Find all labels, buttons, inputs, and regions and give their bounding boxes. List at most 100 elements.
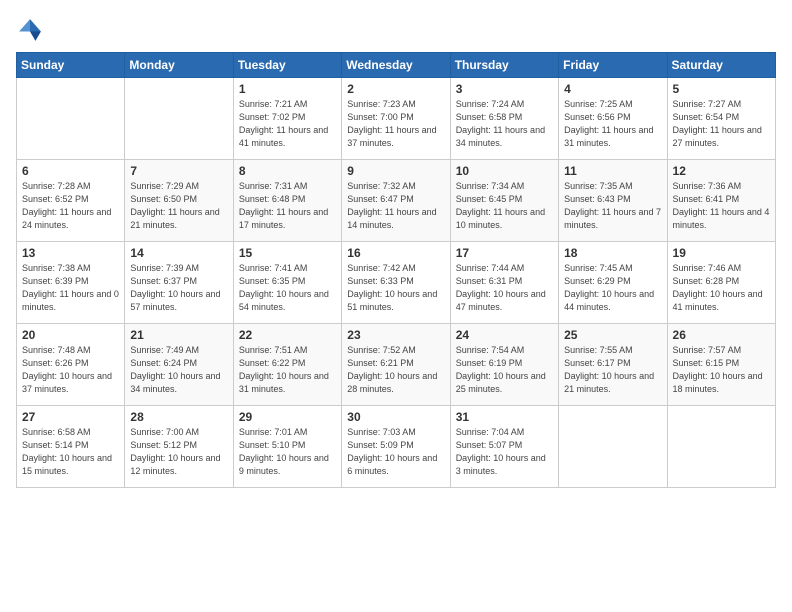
day-number: 23 bbox=[347, 328, 444, 342]
logo-icon bbox=[16, 16, 44, 44]
day-cell: 30Sunrise: 7:03 AMSunset: 5:09 PMDayligh… bbox=[342, 406, 450, 488]
day-number: 27 bbox=[22, 410, 119, 424]
day-info: Sunrise: 7:54 AMSunset: 6:19 PMDaylight:… bbox=[456, 344, 553, 396]
day-info: Sunrise: 7:21 AMSunset: 7:02 PMDaylight:… bbox=[239, 98, 336, 150]
day-info: Sunrise: 7:36 AMSunset: 6:41 PMDaylight:… bbox=[673, 180, 770, 232]
week-row-4: 20 Sunrise: 7:48 AMSunset: 6:26 PMDayligh… bbox=[17, 324, 776, 406]
day-cell: 14 Sunrise: 7:39 AMSunset: 6:37 PMDayligh… bbox=[125, 242, 233, 324]
day-number: 28 bbox=[130, 410, 227, 424]
day-cell: 21Sunrise: 7:49 AMSunset: 6:24 PMDayligh… bbox=[125, 324, 233, 406]
day-cell: 6 Sunrise: 7:28 AMSunset: 6:52 PMDaylight… bbox=[17, 160, 125, 242]
day-info: Sunrise: 7:52 AMSunset: 6:21 PMDaylight:… bbox=[347, 344, 444, 396]
day-number: 9 bbox=[347, 164, 444, 178]
day-number: 17 bbox=[456, 246, 553, 260]
day-cell: 22Sunrise: 7:51 AMSunset: 6:22 PMDayligh… bbox=[233, 324, 341, 406]
weekday-header-monday: Monday bbox=[125, 53, 233, 78]
day-number: 29 bbox=[239, 410, 336, 424]
day-number: 25 bbox=[564, 328, 661, 342]
weekday-header-friday: Friday bbox=[559, 53, 667, 78]
day-cell: 16 Sunrise: 7:42 AMSunset: 6:33 PMDayligh… bbox=[342, 242, 450, 324]
day-cell: 4Sunrise: 7:25 AMSunset: 6:56 PMDaylight… bbox=[559, 78, 667, 160]
day-cell: 29 Sunrise: 7:01 AMSunset: 5:10 PMDayligh… bbox=[233, 406, 341, 488]
day-cell bbox=[125, 78, 233, 160]
day-cell: 13 Sunrise: 7:38 AMSunset: 6:39 PMDayligh… bbox=[17, 242, 125, 324]
day-cell: 27 Sunrise: 6:58 AMSunset: 5:14 PMDayligh… bbox=[17, 406, 125, 488]
weekday-header-tuesday: Tuesday bbox=[233, 53, 341, 78]
day-number: 13 bbox=[22, 246, 119, 260]
week-row-3: 13 Sunrise: 7:38 AMSunset: 6:39 PMDayligh… bbox=[17, 242, 776, 324]
header bbox=[16, 16, 776, 44]
day-cell: 19 Sunrise: 7:46 AMSunset: 6:28 PMDayligh… bbox=[667, 242, 775, 324]
day-cell: 7Sunrise: 7:29 AMSunset: 6:50 PMDaylight… bbox=[125, 160, 233, 242]
day-cell: 15Sunrise: 7:41 AMSunset: 6:35 PMDayligh… bbox=[233, 242, 341, 324]
day-number: 11 bbox=[564, 164, 661, 178]
day-number: 1 bbox=[239, 82, 336, 96]
day-number: 20 bbox=[22, 328, 119, 342]
day-cell: 28 Sunrise: 7:00 AMSunset: 5:12 PMDayligh… bbox=[125, 406, 233, 488]
day-info: Sunrise: 7:28 AMSunset: 6:52 PMDaylight:… bbox=[22, 180, 119, 232]
logo bbox=[16, 16, 48, 44]
day-info: Sunrise: 7:41 AMSunset: 6:35 PMDaylight:… bbox=[239, 262, 336, 314]
day-info: Sunrise: 7:32 AMSunset: 6:47 PMDaylight:… bbox=[347, 180, 444, 232]
day-info: Sunrise: 7:57 AMSunset: 6:15 PMDaylight:… bbox=[673, 344, 770, 396]
day-number: 5 bbox=[673, 82, 770, 96]
day-number: 4 bbox=[564, 82, 661, 96]
day-cell bbox=[17, 78, 125, 160]
day-info: Sunrise: 7:38 AMSunset: 6:39 PMDaylight:… bbox=[22, 262, 119, 314]
day-number: 18 bbox=[564, 246, 661, 260]
weekday-header-sunday: Sunday bbox=[17, 53, 125, 78]
day-number: 7 bbox=[130, 164, 227, 178]
week-row-5: 27 Sunrise: 6:58 AMSunset: 5:14 PMDayligh… bbox=[17, 406, 776, 488]
day-number: 12 bbox=[673, 164, 770, 178]
calendar-table: SundayMondayTuesdayWednesdayThursdayFrid… bbox=[16, 52, 776, 488]
day-info: Sunrise: 7:48 AMSunset: 6:26 PMDaylight:… bbox=[22, 344, 119, 396]
weekday-header-thursday: Thursday bbox=[450, 53, 558, 78]
day-number: 14 bbox=[130, 246, 227, 260]
day-number: 26 bbox=[673, 328, 770, 342]
day-cell: 10Sunrise: 7:34 AMSunset: 6:45 PMDayligh… bbox=[450, 160, 558, 242]
day-cell: 17 Sunrise: 7:44 AMSunset: 6:31 PMDayligh… bbox=[450, 242, 558, 324]
weekday-header-saturday: Saturday bbox=[667, 53, 775, 78]
day-number: 31 bbox=[456, 410, 553, 424]
day-info: Sunrise: 7:45 AMSunset: 6:29 PMDaylight:… bbox=[564, 262, 661, 314]
day-cell: 26 Sunrise: 7:57 AMSunset: 6:15 PMDayligh… bbox=[667, 324, 775, 406]
day-info: Sunrise: 7:51 AMSunset: 6:22 PMDaylight:… bbox=[239, 344, 336, 396]
day-info: Sunrise: 7:00 AMSunset: 5:12 PMDaylight:… bbox=[130, 426, 227, 478]
day-info: Sunrise: 7:35 AMSunset: 6:43 PMDaylight:… bbox=[564, 180, 661, 232]
day-cell: 11 Sunrise: 7:35 AMSunset: 6:43 PMDayligh… bbox=[559, 160, 667, 242]
day-number: 8 bbox=[239, 164, 336, 178]
day-cell: 25 Sunrise: 7:55 AMSunset: 6:17 PMDayligh… bbox=[559, 324, 667, 406]
day-info: Sunrise: 7:55 AMSunset: 6:17 PMDaylight:… bbox=[564, 344, 661, 396]
day-info: Sunrise: 6:58 AMSunset: 5:14 PMDaylight:… bbox=[22, 426, 119, 478]
calendar-page: SundayMondayTuesdayWednesdayThursdayFrid… bbox=[0, 0, 792, 498]
day-info: Sunrise: 7:24 AMSunset: 6:58 PMDaylight:… bbox=[456, 98, 553, 150]
day-cell: 2 Sunrise: 7:23 AMSunset: 7:00 PMDaylight… bbox=[342, 78, 450, 160]
week-row-2: 6 Sunrise: 7:28 AMSunset: 6:52 PMDaylight… bbox=[17, 160, 776, 242]
day-number: 6 bbox=[22, 164, 119, 178]
day-cell: 3 Sunrise: 7:24 AMSunset: 6:58 PMDaylight… bbox=[450, 78, 558, 160]
day-cell: 24 Sunrise: 7:54 AMSunset: 6:19 PMDayligh… bbox=[450, 324, 558, 406]
weekday-header-row: SundayMondayTuesdayWednesdayThursdayFrid… bbox=[17, 53, 776, 78]
day-info: Sunrise: 7:01 AMSunset: 5:10 PMDaylight:… bbox=[239, 426, 336, 478]
day-cell: 18 Sunrise: 7:45 AMSunset: 6:29 PMDayligh… bbox=[559, 242, 667, 324]
day-number: 21 bbox=[130, 328, 227, 342]
day-info: Sunrise: 7:34 AMSunset: 6:45 PMDaylight:… bbox=[456, 180, 553, 232]
day-info: Sunrise: 7:39 AMSunset: 6:37 PMDaylight:… bbox=[130, 262, 227, 314]
day-info: Sunrise: 7:46 AMSunset: 6:28 PMDaylight:… bbox=[673, 262, 770, 314]
day-info: Sunrise: 7:23 AMSunset: 7:00 PMDaylight:… bbox=[347, 98, 444, 150]
day-info: Sunrise: 7:42 AMSunset: 6:33 PMDaylight:… bbox=[347, 262, 444, 314]
day-number: 16 bbox=[347, 246, 444, 260]
day-number: 2 bbox=[347, 82, 444, 96]
day-cell: 9 Sunrise: 7:32 AMSunset: 6:47 PMDaylight… bbox=[342, 160, 450, 242]
weekday-header-wednesday: Wednesday bbox=[342, 53, 450, 78]
day-number: 24 bbox=[456, 328, 553, 342]
day-cell bbox=[559, 406, 667, 488]
day-cell: 31Sunrise: 7:04 AMSunset: 5:07 PMDayligh… bbox=[450, 406, 558, 488]
day-info: Sunrise: 7:27 AMSunset: 6:54 PMDaylight:… bbox=[673, 98, 770, 150]
day-cell: 12 Sunrise: 7:36 AMSunset: 6:41 PMDayligh… bbox=[667, 160, 775, 242]
day-cell: 23 Sunrise: 7:52 AMSunset: 6:21 PMDayligh… bbox=[342, 324, 450, 406]
day-info: Sunrise: 7:31 AMSunset: 6:48 PMDaylight:… bbox=[239, 180, 336, 232]
day-info: Sunrise: 7:44 AMSunset: 6:31 PMDaylight:… bbox=[456, 262, 553, 314]
day-number: 3 bbox=[456, 82, 553, 96]
day-number: 19 bbox=[673, 246, 770, 260]
